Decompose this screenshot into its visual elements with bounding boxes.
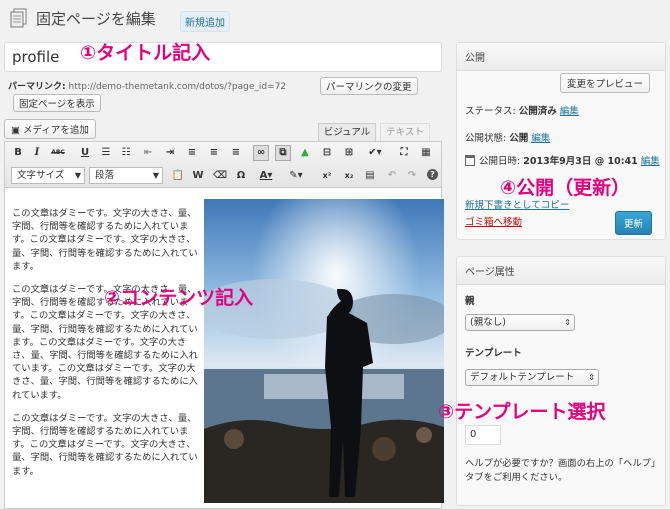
annotation-content: ②コンテンツ記入	[104, 287, 254, 309]
numbered-list-icon[interactable]: ☷	[119, 146, 133, 160]
parent-label: 親	[465, 296, 475, 307]
paste-text-icon[interactable]: 📋	[171, 169, 185, 183]
update-button[interactable]: 更新	[615, 211, 653, 235]
template-value: デフォルトテンプレート	[470, 372, 575, 383]
publish-heading: 公開	[457, 43, 665, 71]
pages-icon	[10, 8, 27, 28]
publish-date-row: 公開日時: 2013年9月3日 @ 10:41 編集	[479, 155, 660, 168]
remove-format-icon[interactable]: ⌫	[213, 169, 227, 183]
view-page-button[interactable]: 固定ページを表示	[13, 94, 101, 112]
tab-visual[interactable]: ビジュアル	[318, 123, 376, 141]
spellcheck-icon[interactable]: ✔▾	[365, 146, 385, 160]
bullet-list-icon[interactable]: ☰	[99, 146, 113, 160]
title-input[interactable]	[4, 42, 442, 72]
title-value: profile	[12, 48, 60, 66]
template-label: テンプレート	[465, 348, 522, 359]
visibility-row: 公開状態: 公開 編集	[465, 130, 550, 144]
unlink-icon[interactable]: ⧉	[275, 145, 291, 161]
visibility-label: 公開状態:	[465, 133, 507, 144]
select-arrows-icon: ⇕	[588, 373, 595, 382]
preview-button[interactable]: 変更をプレビュー	[560, 73, 651, 93]
paragraph-label: 段落	[95, 170, 115, 181]
insert-image-icon[interactable]: ▲	[298, 146, 312, 160]
copy-draft-link[interactable]: 新規下書きとしてコピー	[465, 197, 569, 211]
underline-icon[interactable]: U	[78, 146, 92, 160]
status-edit-link[interactable]: 編集	[560, 106, 579, 117]
help-icon[interactable]: ?	[427, 169, 438, 180]
kitchen-sink-icon[interactable]: ▦	[419, 146, 433, 160]
chevron-down-icon: ▼	[152, 171, 159, 180]
status-value: 公開済み	[518, 106, 557, 117]
page-attributes-heading: ページ属性	[457, 257, 665, 285]
undo-icon[interactable]: ↶	[385, 169, 399, 183]
special-char-icon[interactable]: Ω	[234, 169, 248, 183]
parent-select[interactable]: (親なし) ⇕	[465, 314, 575, 331]
permalink: パーマリンク: http://demo-themetank.com/dotos/…	[8, 79, 286, 92]
select-arrows-icon: ⇕	[564, 318, 571, 327]
superscript-icon[interactable]: x²	[320, 169, 334, 183]
text-color-icon[interactable]: A▾	[257, 169, 275, 183]
font-size-select[interactable]: 文字サイズ ▼	[11, 167, 85, 184]
trash-link[interactable]: ゴミ箱へ移動	[465, 214, 522, 228]
annotation-title: ①タイトル記入	[80, 42, 211, 64]
subscript-icon[interactable]: x₂	[342, 169, 356, 183]
content-paragraph: この文章はダミーです。文字の大きさ、量、字間、行間等を確認するために入れています…	[12, 412, 198, 477]
editor-toolbar: B I ABC U ☰ ☷ ⇤ ⇥ ≡ ≡ ≡ ∞ ⧉ ▲ ⊟ ⊞ ✔▾ ⛶ ▦…	[5, 142, 441, 188]
change-permalink-button[interactable]: パーマリンクの変更	[320, 77, 418, 95]
date-edit-link[interactable]: 編集	[641, 156, 660, 167]
add-media-label: メディアを追加	[23, 125, 89, 136]
paste-word-icon[interactable]: W	[191, 169, 205, 183]
outdent-icon[interactable]: ⇤	[141, 146, 155, 160]
add-new-button[interactable]: 新規追加	[180, 11, 230, 32]
permalink-url[interactable]: http://demo-themetank.com/dotos/?page_id…	[68, 82, 286, 92]
media-icon: ▣	[11, 125, 20, 136]
strikethrough-icon[interactable]: ABC	[51, 146, 65, 160]
link-icon[interactable]: ∞	[253, 145, 269, 161]
status-row: ステータス: 公開済み 編集	[465, 103, 579, 117]
content-photo[interactable]	[204, 199, 444, 503]
calendar-icon	[465, 155, 475, 166]
highlight-icon[interactable]: ✎▾	[287, 169, 305, 183]
editor-content: この文章はダミーです。文字の大きさ、量、字間、行間等を確認するために入れています…	[12, 207, 200, 488]
align-center-icon[interactable]: ≡	[207, 146, 221, 160]
fullscreen-icon[interactable]: ⛶	[397, 146, 411, 160]
template-select[interactable]: デフォルトテンプレート ⇕	[465, 369, 599, 386]
visibility-edit-link[interactable]: 編集	[531, 133, 550, 144]
add-media-button[interactable]: ▣ メディアを追加	[4, 119, 96, 139]
page-title: 固定ページを編集	[36, 10, 156, 28]
permalink-label: パーマリンク:	[8, 82, 66, 92]
date-label: 公開日時:	[479, 156, 521, 167]
parent-value: (親なし)	[470, 317, 506, 328]
content-paragraph: この文章はダミーです。文字の大きさ、量、字間、行間等を確認するために入れています…	[12, 208, 198, 272]
indent-icon[interactable]: ⇥	[163, 146, 177, 160]
annotation-template: ③テンプレート選択	[438, 401, 606, 423]
font-size-label: 文字サイズ	[17, 170, 65, 181]
italic-icon[interactable]: I	[30, 146, 44, 160]
help-text: ヘルプが必要ですか？画面の右上の「ヘルプ」タブをご利用ください。	[465, 458, 656, 483]
redo-icon[interactable]: ↷	[405, 169, 419, 183]
chevron-down-icon: ▼	[74, 171, 81, 180]
status-label: ステータス:	[465, 106, 516, 117]
date-value: 2013年9月3日 @ 10:41	[523, 156, 638, 167]
page-break-icon[interactable]: ⊞	[342, 146, 356, 160]
more-tag-icon[interactable]: ⊟	[320, 146, 334, 160]
annotation-publish: ④公開（更新）	[500, 177, 631, 199]
align-right-icon[interactable]: ≡	[229, 146, 243, 160]
tab-text[interactable]: テキスト	[380, 123, 430, 141]
paragraph-select[interactable]: 段落 ▼	[89, 167, 163, 184]
order-input[interactable]: 0	[465, 425, 501, 445]
visibility-value: 公開	[509, 133, 529, 144]
media-embed-icon[interactable]: ▤	[363, 169, 377, 183]
bold-icon[interactable]: B	[11, 146, 25, 160]
align-left-icon[interactable]: ≡	[185, 146, 199, 160]
